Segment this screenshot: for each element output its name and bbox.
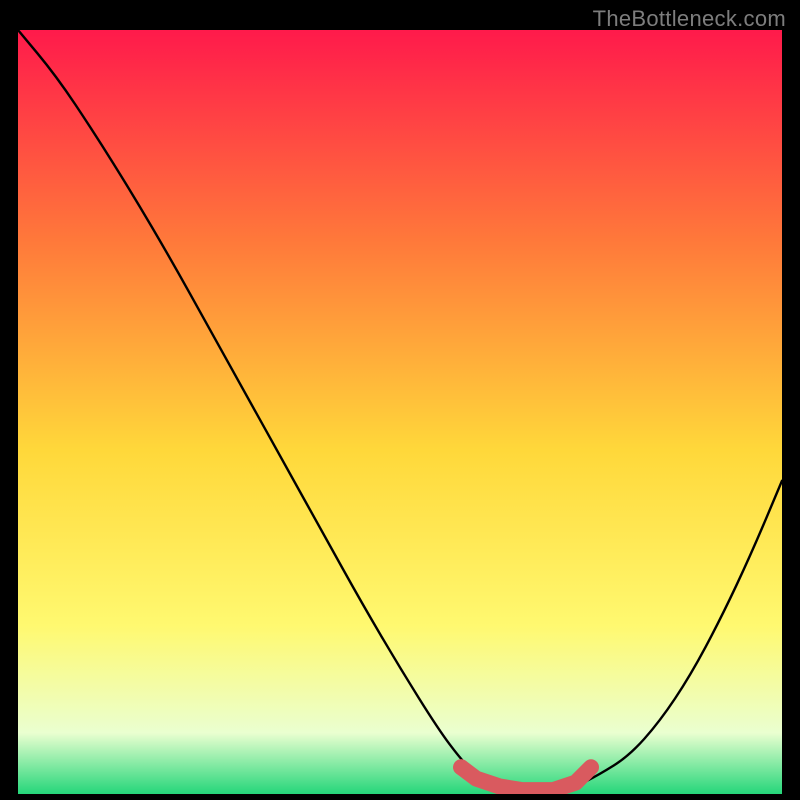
- optimal-marker-dot: [453, 759, 469, 775]
- watermark-text: TheBottleneck.com: [593, 6, 786, 32]
- bottleneck-plot: [18, 30, 782, 794]
- gradient-background: [18, 30, 782, 794]
- chart-stage: TheBottleneck.com: [0, 0, 800, 800]
- plot-svg: [18, 30, 782, 794]
